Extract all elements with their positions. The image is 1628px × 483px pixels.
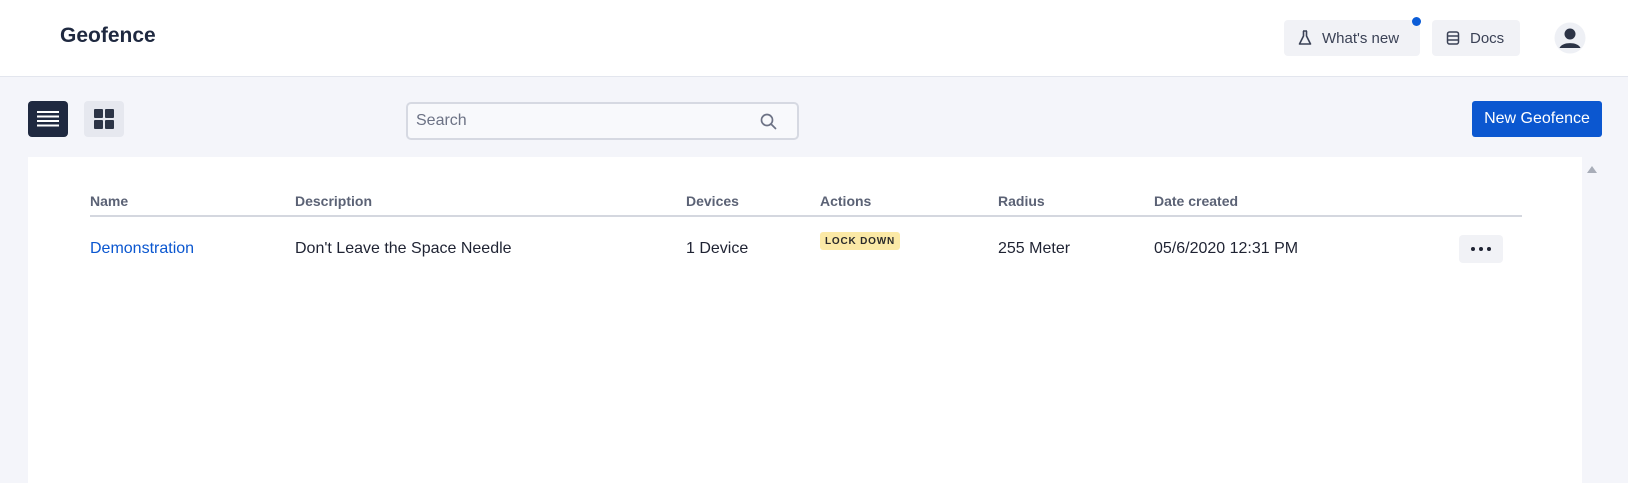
- search-box: [406, 102, 799, 140]
- column-header-devices[interactable]: Devices: [686, 193, 739, 209]
- geofence-radius: 255 Meter: [998, 240, 1071, 257]
- geofence-name-link[interactable]: Demonstration: [90, 240, 194, 258]
- column-header-radius[interactable]: Radius: [998, 193, 1045, 209]
- column-header-date-created[interactable]: Date created: [1154, 193, 1238, 209]
- top-bar: Geofence What's new Docs: [0, 0, 1628, 77]
- new-geofence-button[interactable]: New Geofence: [1472, 101, 1602, 137]
- scrollbar-up-button[interactable]: [1585, 163, 1599, 175]
- grid-view-icon: [94, 109, 114, 129]
- more-horizontal-icon: [1469, 247, 1493, 251]
- grid-view-button[interactable]: [84, 101, 124, 137]
- book-stack-icon: [1446, 31, 1460, 45]
- geofence-table-card: [28, 157, 1582, 483]
- user-avatar[interactable]: [1554, 22, 1586, 54]
- action-badge: LOCK DOWN: [820, 232, 900, 250]
- whats-new-label: What's new: [1322, 29, 1400, 47]
- column-header-name[interactable]: Name: [90, 193, 128, 209]
- column-header-description[interactable]: Description: [295, 193, 372, 209]
- list-view-icon: [37, 111, 59, 127]
- flask-icon: [1298, 30, 1312, 45]
- table-header-divider: [90, 215, 1522, 217]
- search-icon[interactable]: [760, 113, 777, 130]
- scroll-up-arrow-icon: [1587, 165, 1597, 173]
- whats-new-button[interactable]: What's new: [1284, 20, 1420, 56]
- notification-dot: [1412, 17, 1421, 26]
- geofence-description: Don't Leave the Space Needle: [295, 240, 512, 257]
- geofence-devices: 1 Device: [686, 240, 749, 257]
- user-avatar-icon: [1554, 22, 1586, 54]
- list-view-button[interactable]: [28, 101, 68, 137]
- page-title: Geofence: [60, 24, 156, 47]
- column-header-actions[interactable]: Actions: [820, 193, 871, 209]
- geofence-date-created: 05/6/2020 12:31 PM: [1154, 240, 1299, 257]
- docs-button[interactable]: Docs: [1432, 20, 1520, 56]
- search-input[interactable]: [408, 104, 748, 138]
- docs-label: Docs: [1470, 29, 1505, 47]
- row-more-button[interactable]: [1459, 235, 1503, 263]
